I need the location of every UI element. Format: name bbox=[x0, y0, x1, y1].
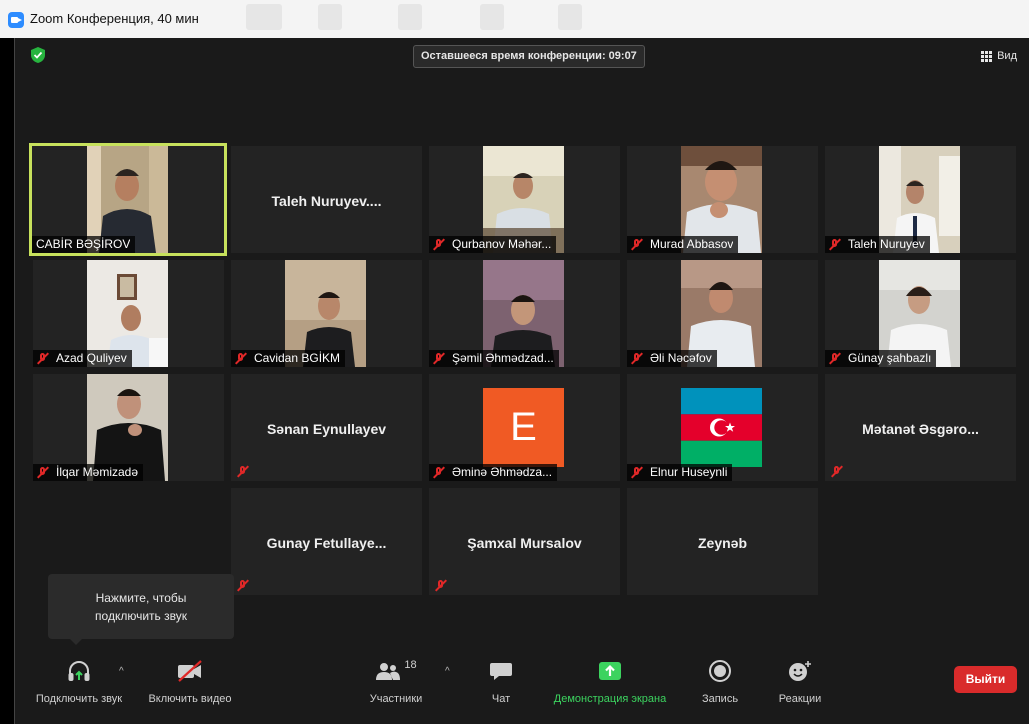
participant-name-label: Şəmil Əhmədzad... bbox=[429, 350, 559, 367]
participant-name-label: Elnur Huseynli bbox=[627, 464, 733, 481]
mic-muted-icon bbox=[433, 466, 445, 479]
headphones-icon bbox=[68, 661, 90, 681]
mic-muted-icon bbox=[37, 466, 49, 479]
participant-avatar: E bbox=[483, 388, 564, 467]
video-tile[interactable]: İlqar Məmizadə bbox=[33, 374, 224, 481]
video-tile[interactable]: E Əminə Əhmədza... bbox=[429, 374, 620, 481]
participants-count: 18 bbox=[404, 659, 417, 671]
window-titlebar: Zoom Конференция, 40 мин bbox=[0, 0, 1029, 38]
chat-button[interactable]: Чат bbox=[471, 658, 531, 705]
video-tile[interactable]: Azad Quliyev bbox=[33, 260, 224, 367]
start-video-label: Включить видео bbox=[148, 693, 232, 705]
meeting-toolbar: Подключить звук ^ Включить видео 18 Учас… bbox=[15, 650, 1029, 724]
video-tile[interactable]: Cavidan BGİKM bbox=[231, 260, 422, 367]
mic-muted-icon bbox=[831, 465, 843, 478]
participants-label: Участники bbox=[369, 693, 423, 705]
participant-name-label: CABİR BƏŞİROV bbox=[32, 236, 136, 253]
participants-button[interactable]: 18 Участники bbox=[361, 658, 431, 705]
mic-muted-icon bbox=[631, 352, 643, 365]
tooltip-line: Нажмите, чтобы bbox=[95, 591, 187, 605]
participant-name-label: Günay şahbazlı bbox=[825, 350, 937, 367]
participant-name-label: Əli Nəcəfov bbox=[627, 350, 717, 367]
video-tile[interactable]: Şəmil Əhmədzad... bbox=[429, 260, 620, 367]
video-tile[interactable]: Günay şahbazlı bbox=[825, 260, 1016, 367]
background-window-ghost bbox=[558, 4, 582, 30]
video-tile[interactable]: CABİR BƏŞİROV bbox=[29, 143, 227, 256]
mic-muted-icon bbox=[829, 352, 841, 365]
background-window-ghost bbox=[398, 4, 422, 30]
video-tile[interactable]: Mətanət Əsgəro... bbox=[825, 374, 1016, 481]
start-video-button[interactable]: Включить видео bbox=[145, 658, 235, 705]
participants-icon bbox=[376, 663, 401, 680]
mic-muted-icon bbox=[435, 579, 447, 592]
mic-muted-icon bbox=[631, 466, 643, 479]
participant-name-label: Əminə Əhmədza... bbox=[429, 464, 558, 481]
mic-muted-icon bbox=[237, 465, 249, 478]
mic-muted-icon bbox=[235, 352, 247, 365]
chat-label: Чат bbox=[491, 693, 511, 705]
record-label: Запись bbox=[701, 693, 739, 705]
audio-options-chevron-up-icon[interactable]: ^ bbox=[119, 666, 124, 677]
participant-name: Mətanət Əsgəro... bbox=[862, 421, 979, 437]
reactions-smiley-icon bbox=[789, 661, 811, 681]
participant-name-label: Azad Quliyev bbox=[33, 350, 132, 367]
view-button-label: Вид bbox=[997, 50, 1017, 62]
azerbaijan-flag-avatar bbox=[681, 388, 762, 467]
video-tile[interactable]: Sənan Eynullayev bbox=[231, 374, 422, 481]
share-screen-label: Демонстрация экрана bbox=[553, 693, 667, 705]
video-tile[interactable]: Elnur Huseynli bbox=[627, 374, 818, 481]
mic-muted-icon bbox=[433, 238, 445, 251]
join-audio-label: Подключить звук bbox=[35, 693, 123, 705]
view-button[interactable]: Вид bbox=[981, 47, 1017, 65]
leave-meeting-button[interactable]: Выйти bbox=[954, 666, 1017, 693]
mic-muted-icon bbox=[237, 579, 249, 592]
grid-view-icon bbox=[981, 50, 993, 62]
participant-name: Şamxal Mursalov bbox=[467, 535, 582, 551]
video-tile[interactable]: Gunay Fetullaye... bbox=[231, 488, 422, 595]
record-button[interactable]: Запись bbox=[690, 658, 750, 705]
participant-name-label: Taleh Nuruyev bbox=[825, 236, 930, 253]
video-tile[interactable]: Qurbanov Məhər... bbox=[429, 146, 620, 253]
shield-icon[interactable] bbox=[29, 46, 47, 64]
video-tile[interactable]: Şamxal Mursalov bbox=[429, 488, 620, 595]
mic-muted-icon bbox=[37, 352, 49, 365]
video-tile[interactable]: Zeynəb bbox=[627, 488, 818, 595]
participant-name: Sənan Eynullayev bbox=[266, 421, 387, 437]
record-icon bbox=[709, 660, 731, 682]
background-window-ghost bbox=[480, 4, 504, 30]
participant-name: Taleh Nuruyev.... bbox=[271, 193, 382, 209]
participant-name-label: Cavidan BGİKM bbox=[231, 350, 346, 367]
window-title: Zoom Конференция, 40 мин bbox=[30, 11, 199, 26]
mic-muted-icon bbox=[829, 238, 841, 251]
participant-name-label: Qurbanov Məhər... bbox=[429, 236, 557, 253]
video-tile[interactable]: Murad Abbasov bbox=[627, 146, 818, 253]
mic-muted-icon bbox=[433, 352, 445, 365]
share-screen-button[interactable]: Демонстрация экрана bbox=[545, 658, 675, 705]
reactions-label: Реакции bbox=[778, 693, 822, 705]
participant-name-label: Murad Abbasov bbox=[627, 236, 739, 253]
share-screen-icon bbox=[599, 662, 621, 680]
video-tile[interactable]: Taleh Nuruyev bbox=[825, 146, 1016, 253]
zoom-logo-icon bbox=[8, 12, 24, 28]
reactions-button[interactable]: Реакции bbox=[767, 658, 833, 705]
tooltip-line: подключить звук bbox=[95, 609, 187, 623]
chat-icon bbox=[490, 663, 512, 680]
background-window-ghost bbox=[246, 4, 282, 30]
video-off-icon bbox=[178, 660, 202, 682]
participant-name-label: İlqar Məmizadə bbox=[33, 464, 144, 481]
background-window-ghost bbox=[318, 4, 342, 30]
participant-name: Gunay Fetullaye... bbox=[266, 535, 387, 551]
video-tile[interactable]: Taleh Nuruyev.... bbox=[231, 146, 422, 253]
join-audio-button[interactable]: Подключить звук bbox=[29, 658, 129, 705]
mic-muted-icon bbox=[631, 238, 643, 251]
meeting-time-remaining: Оставшееся время конференции: 09:07 bbox=[413, 45, 645, 68]
join-audio-tooltip: Нажмите, чтобы подключить звук bbox=[48, 574, 234, 645]
participants-options-chevron-up-icon[interactable]: ^ bbox=[445, 666, 450, 677]
participant-name: Zeynəb bbox=[697, 535, 747, 551]
meeting-window: Оставшееся время конференции: 09:07 Вид … bbox=[14, 38, 1029, 724]
video-tile[interactable]: Əli Nəcəfov bbox=[627, 260, 818, 367]
